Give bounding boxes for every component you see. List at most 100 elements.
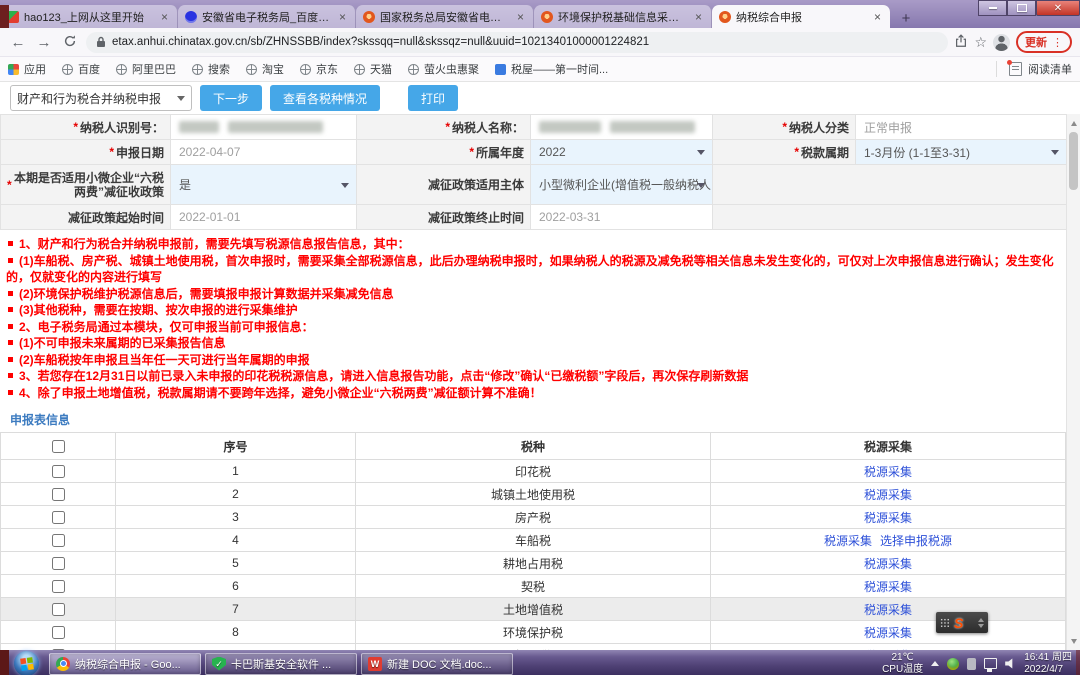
bookmark-item[interactable]: 阿里巴巴 [116,61,176,77]
bookmark-icon [495,64,506,75]
taskbar-item[interactable]: 纳税综合申报 - Goo... [49,653,201,675]
row-checkbox[interactable] [52,557,65,570]
chrome-update-button[interactable]: 更新 ⋮ [1016,31,1072,53]
scroll-up-arrow-icon[interactable] [1067,116,1080,130]
cpu-temp-value: 21℃ [882,652,923,664]
tax-source-collect-link[interactable]: 税源采集 [824,534,872,548]
row-checkbox[interactable] [52,511,65,524]
year-label: 所属年度 [357,140,531,165]
year-select[interactable]: 2022 [531,140,713,165]
reading-list-label: 阅读清单 [1028,61,1072,77]
empty-cell [713,205,1067,230]
bookmark-label: 阿里巴巴 [132,61,176,77]
bookmark-item[interactable]: 淘宝 [246,61,284,77]
bookmark-item[interactable]: 天猫 [354,61,392,77]
share-icon[interactable] [954,34,968,50]
tab-close-icon[interactable]: × [159,11,170,23]
reload-icon[interactable] [60,34,80,51]
row-links: 税源采集 [711,483,1066,506]
period-select[interactable]: 1-3月份 (1-1至3-31) [856,140,1067,165]
bookmark-star-icon[interactable]: ☆ [974,35,987,49]
start-button[interactable] [14,651,39,675]
row-tax-name: 耕地占用税 [356,552,711,575]
row-checkbox[interactable] [52,465,65,478]
bookmark-item[interactable]: 搜索 [192,61,230,77]
choose-declare-source-link[interactable]: 选择申报税源 [880,534,952,548]
profile-avatar[interactable] [993,34,1010,51]
network-icon[interactable] [984,658,997,669]
row-checkbox[interactable] [52,534,65,547]
reading-list-button[interactable]: 阅读清单 [996,61,1072,77]
taxpayer-id-value [171,115,357,140]
bookmark-item[interactable]: 百度 [62,61,100,77]
taskbar-item-icon [56,657,70,671]
tax-source-collect-link[interactable]: 税源采集 [864,465,912,479]
row-no: 3 [116,506,356,529]
bookmark-item[interactable]: 京东 [300,61,338,77]
tab-close-icon[interactable]: × [872,11,883,23]
sogou-logo-icon: S [954,616,963,630]
bullet-icon [8,307,13,312]
bookmark-item[interactable]: 税屋——第一时间... [495,61,608,77]
declare-type-select[interactable]: 财产和行为税合并纳税申报 [10,85,192,111]
antivirus-tray-icon[interactable] [947,658,959,670]
sogou-ime-bar[interactable]: S [936,612,988,633]
scroll-down-arrow-icon[interactable] [1067,634,1080,648]
system-tray: 21℃ CPU温度 16:41 周四 2022/4/7 [882,652,1080,675]
tab-close-icon[interactable]: × [337,11,348,23]
browser-tab[interactable]: 环境保护税基础信息采集-国家税 × [534,5,712,28]
taxpayer-class-label: 纳税人分类 [713,115,856,140]
tax-source-collect-link[interactable]: 税源采集 [864,626,912,640]
new-tab-button[interactable]: + [894,8,918,28]
toolbar-button[interactable]: 打印 [408,85,458,111]
policy-end-label: 减征政策终止时间 [357,205,531,230]
tax-source-collect-link[interactable]: 税源采集 [864,488,912,502]
maximize-button[interactable] [1007,0,1036,16]
browser-tab[interactable]: 安徽省电子税务局_百度搜索 × [178,5,356,28]
browser-tab[interactable]: 纳税综合申报 × [712,5,890,28]
tab-close-icon[interactable]: × [515,11,526,23]
tab-close-icon[interactable]: × [693,11,704,23]
cpu-temp-label: CPU温度 [882,664,923,675]
bullet-icon [8,258,13,263]
policy-subject-select[interactable]: 小型微利企业(增值税一般纳税人 [531,165,713,205]
taskbar-clock[interactable]: 16:41 周四 2022/4/7 [1024,652,1072,675]
tax-source-collect-link[interactable]: 税源采集 [864,557,912,571]
close-button[interactable]: ✕ [1036,0,1080,16]
tax-source-collect-link[interactable]: 税源采集 [864,603,912,617]
show-hidden-icons-arrow[interactable] [931,661,939,666]
scrollbar-thumb[interactable] [1069,132,1078,190]
toolbar-button[interactable]: 下一步 [200,85,262,111]
row-checkbox[interactable] [52,580,65,593]
forward-icon[interactable]: → [34,35,54,50]
taskbar-item[interactable]: 卡巴斯基安全软件 ... [205,653,357,675]
taskbar-item[interactable]: 新建 DOC 文档.doc... [361,653,513,675]
row-tax-name: 印花税 [356,460,711,483]
row-checkbox[interactable] [52,488,65,501]
page-scrollbar[interactable] [1066,114,1080,650]
tax-source-collect-link[interactable]: 税源采集 [864,511,912,525]
bookmark-label: 京东 [316,61,338,77]
tray-status-icon[interactable] [967,658,976,670]
notice-text: (1)车船税、房产税、城镇土地使用税，首次申报时，需要采集全部税源信息，此后办理… [6,254,1054,285]
browser-tab[interactable]: hao123_上网从这里开始 × [0,5,178,28]
notice-line: 3、若您存在12月31日以前已录入未申报的印花税税源信息，请进入信息报告功能，点… [6,368,1076,385]
url-box[interactable]: etax.anhui.chinatax.gov.cn/sb/ZHNSSBB/in… [86,32,948,53]
tax-source-collect-link[interactable]: 税源采集 [864,580,912,594]
row-checkbox[interactable] [52,603,65,616]
row-tax-name: 土地增值税 [356,598,711,621]
row-no: 2 [116,483,356,506]
ime-arrows-icon[interactable] [978,618,984,628]
declare-form: 纳税人识别号： 纳税人名称： 纳税人分类 正常申报 申报日期 2022-04-0… [0,114,1066,230]
volume-icon[interactable] [1005,658,1016,669]
row-checkbox[interactable] [52,626,65,639]
bookmark-item[interactable]: 萤火虫惠聚 [408,61,479,77]
select-all-checkbox[interactable] [52,440,65,453]
bookmark-item[interactable]: 应用 [8,61,46,77]
browser-tab[interactable]: 国家税务总局安徽省电子税务局 × [356,5,534,28]
toolbar-button[interactable]: 查看各税种情况 [270,85,380,111]
back-icon[interactable]: ← [8,35,28,50]
micro-policy-select[interactable]: 是 [171,165,357,205]
reading-list-icon [1009,62,1022,76]
minimize-button[interactable] [978,0,1007,16]
